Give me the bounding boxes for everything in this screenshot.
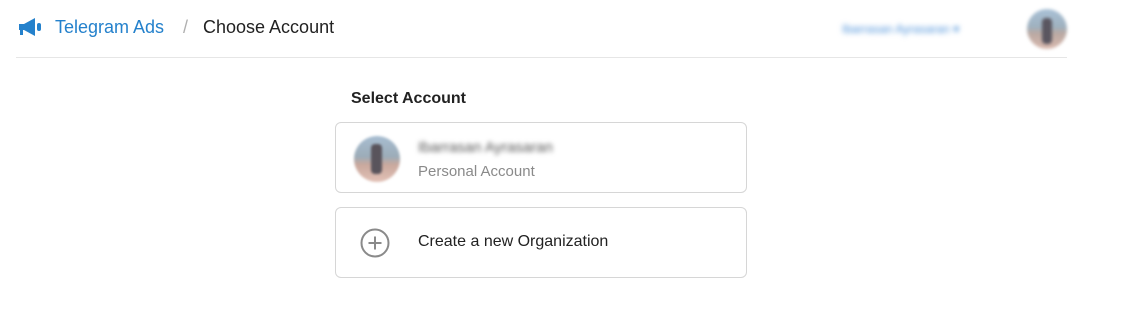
avatar-figure [371,144,382,174]
create-organization-button[interactable]: Create a new Organization [335,207,747,278]
breadcrumb-separator: / [183,17,189,37]
avatar-figure [1042,18,1052,44]
plus-circle-icon [360,228,390,258]
megaphone-icon[interactable] [17,16,43,38]
create-organization-label: Create a new Organization [418,233,609,250]
account-chooser: Select Account Ibarrasan Ayrasaran Perso… [335,88,747,278]
top-bar: Telegram Ads / Choose Account Ibarrasan … [16,0,1067,58]
user-name: Ibarrasan Ayrasaran [842,22,950,36]
brand-link[interactable]: Telegram Ads [55,16,164,38]
account-avatar [354,136,400,182]
avatar[interactable] [1027,9,1067,49]
user-menu[interactable]: Ibarrasan Ayrasaran ▾ [842,22,959,40]
chevron-down-icon: ▾ [953,22,960,36]
page-title: Choose Account [203,17,335,37]
account-type: Personal Account [418,163,535,180]
account-name: Ibarrasan Ayrasaran [418,139,553,156]
account-card-personal[interactable]: Ibarrasan Ayrasaran Personal Account [335,122,747,193]
section-title: Select Account [351,90,466,107]
